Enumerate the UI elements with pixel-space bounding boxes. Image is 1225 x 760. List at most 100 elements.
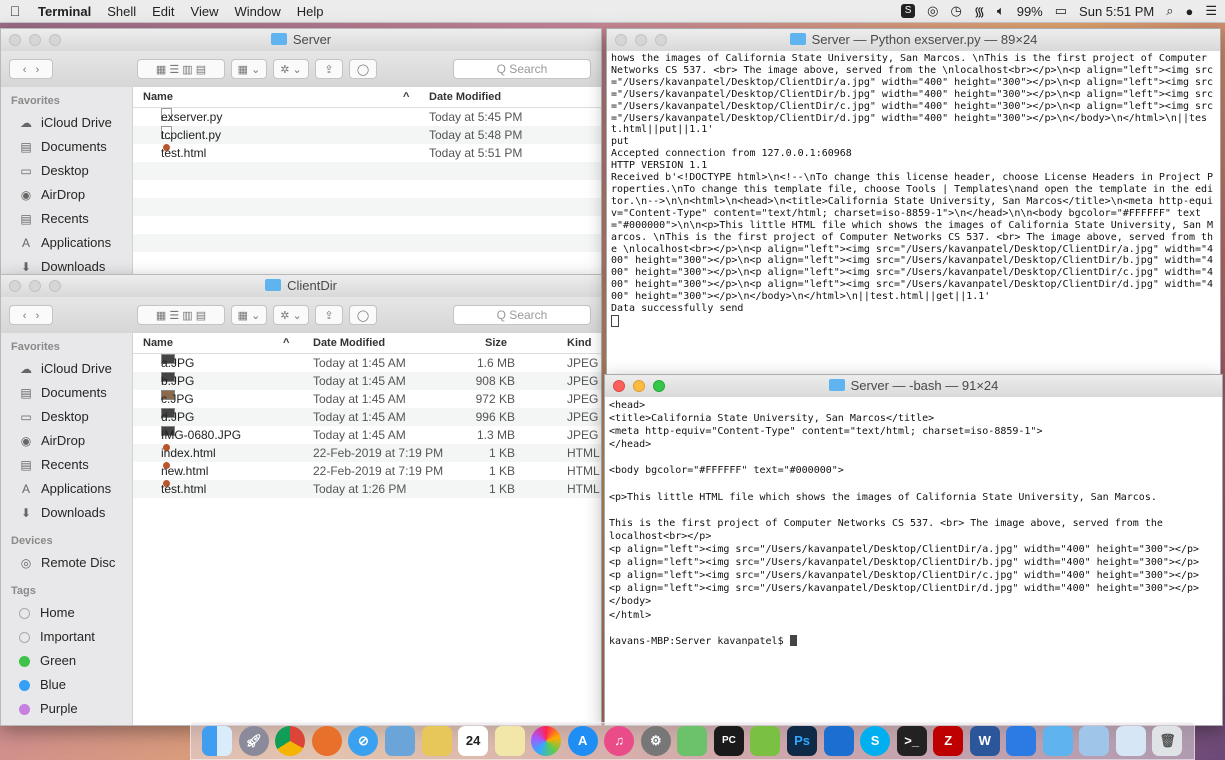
photos-icon[interactable] [531,726,562,756]
list-item[interactable]: new.html 22-Feb-2019 at 7:19 PM 1 KB HTML [133,462,601,480]
zoom-button[interactable] [653,380,665,392]
sidebar-item-icloud-drive[interactable]: ☁ iCloud Drive [1,111,132,135]
sidebar-item-applications[interactable]: A Applications [1,477,132,501]
list-item[interactable]: c.JPG Today at 1:45 AM 972 KB JPEG [133,390,601,408]
list-item[interactable]: a.JPG Today at 1:45 AM 1.6 MB JPEG [133,354,601,372]
sidebar-item-airdrop[interactable]: ◉ AirDrop [1,183,132,207]
downloads-stack-icon[interactable] [1115,726,1146,756]
sidebar-tag-home[interactable]: Home [1,601,132,625]
stickies-icon[interactable] [494,726,525,756]
android-studio-icon[interactable] [750,726,781,756]
instruments-icon[interactable] [1006,726,1037,756]
pycharm-icon[interactable]: PC [713,726,744,756]
sidebar-item-documents[interactable]: ▤ Documents [1,135,132,159]
window-titlebar[interactable]: Server — -bash — 91×24 [605,375,1222,397]
menu-window[interactable]: Window [227,4,289,19]
menu-app-name[interactable]: Terminal [30,4,99,19]
firefox-icon[interactable] [311,726,342,756]
share-icon[interactable]: ⇪ [315,305,343,325]
minimize-button[interactable] [29,34,41,46]
tag-button[interactable]: ◯ [349,305,377,325]
sidebar-item-recents[interactable]: ▤ Recents [1,207,132,231]
battery-percent[interactable]: 99% [1017,4,1043,19]
column-header-kind[interactable]: Kind [567,333,591,353]
zoom-button[interactable] [49,34,61,46]
window-titlebar[interactable]: ClientDir [1,275,601,297]
group-button[interactable]: ▦ ⌄ [231,59,267,79]
siri-icon[interactable]: ● [1185,4,1193,19]
finder-icon[interactable] [202,726,233,756]
sidebar-tag-green[interactable]: Green [1,649,132,673]
action-gear-icon[interactable]: ✲ ⌄ [273,59,309,79]
menu-help[interactable]: Help [289,4,332,19]
close-button[interactable] [9,280,21,292]
list-item[interactable]: test.html Today at 1:26 PM 1 KB HTML [133,480,601,498]
notification-center-icon[interactable]: ☰ [1205,3,1217,19]
sidebar-item-applications[interactable]: A Applications [1,231,132,255]
sidebar-item-desktop[interactable]: ▭ Desktop [1,159,132,183]
sidebar-tag-purple[interactable]: Purple [1,697,132,721]
zoom-button[interactable] [49,280,61,292]
itunes-icon[interactable]: ♫ [604,726,635,756]
volume-icon[interactable]: 🔈︎ [997,3,1005,19]
folder-dock-icon[interactable] [1042,726,1073,756]
sidebar-item-desktop[interactable]: ▭ Desktop [1,405,132,429]
action-gear-icon[interactable]: ✲ ⌄ [273,305,309,325]
group-button[interactable]: ▦ ⌄ [231,305,267,325]
terminal-icon[interactable]: >_ [896,726,927,756]
window-titlebar[interactable]: Server [1,29,601,51]
list-item[interactable]: index.html 22-Feb-2019 at 7:19 PM 1 KB HTML [133,444,601,462]
search-field[interactable]: Q Search [453,59,591,79]
app-store-icon[interactable]: A [567,726,598,756]
close-button[interactable] [613,380,625,392]
chrome-icon[interactable] [275,726,306,756]
safari-icon[interactable]: ⊘ [348,726,379,756]
list-item[interactable]: d.JPG Today at 1:45 AM 996 KB JPEG [133,408,601,426]
clock[interactable]: Sun 5:51 PM [1079,4,1154,19]
menu-edit[interactable]: Edit [144,4,182,19]
sidebar-item-downloads[interactable]: ⬇ Downloads [1,501,132,525]
list-item[interactable]: tcpclient.py Today at 5:48 PM [133,126,601,144]
image-stack-icon[interactable] [1079,726,1110,756]
trash-icon[interactable]: 🗑︎ [1152,726,1183,756]
maps-icon[interactable] [677,726,708,756]
column-header-date[interactable]: Date Modified [429,87,501,107]
minimize-button[interactable] [633,380,645,392]
skype-icon[interactable]: S [901,4,916,18]
window-titlebar[interactable]: Server — Python exserver.py — 89×24 [607,29,1220,51]
sidebar-tag-important[interactable]: Important [1,625,132,649]
virtualbox-icon[interactable] [823,726,854,756]
search-field[interactable]: Q Search [453,305,591,325]
sidebar-item-recents[interactable]: ▤ Recents [1,453,132,477]
menu-view[interactable]: View [183,4,227,19]
filezilla-icon[interactable]: Z [933,726,964,756]
list-item[interactable]: exserver.py Today at 5:45 PM [133,108,601,126]
sidebar-item-documents[interactable]: ▤ Documents [1,381,132,405]
close-button[interactable] [9,34,21,46]
close-button[interactable] [615,34,627,46]
tag-button[interactable]: ◯ [349,59,377,79]
terminal-output[interactable]: <head> <title>California State Universit… [605,397,1222,650]
view-mode-buttons[interactable]: ▦ ☰ ▥ ▤ [137,305,225,325]
spotlight-icon[interactable]: ⌕ [1166,3,1173,19]
menu-shell[interactable]: Shell [99,4,144,19]
system-preferences-icon[interactable]: ⚙ [640,726,671,756]
photoshop-icon[interactable]: Ps [787,726,818,756]
terminal-output[interactable]: hows the images of California State Univ… [607,51,1220,331]
launchpad-icon[interactable]: 🚀︎ [238,726,269,756]
minimize-button[interactable] [635,34,647,46]
back-forward-buttons[interactable]: ‹ › [9,305,53,325]
list-item[interactable]: test.html Today at 5:51 PM [133,144,601,162]
sidebar-tag-blue[interactable]: Blue [1,673,132,697]
column-header-date[interactable]: Date Modified [313,333,385,353]
list-item[interactable]: IMG-0680.JPG Today at 1:45 AM 1.3 MB JPEG [133,426,601,444]
preview-icon[interactable] [385,726,415,756]
view-mode-buttons[interactable]: ▦ ☰ ▥ ▤ [137,59,225,79]
battery-icon[interactable]: ▭ [1055,3,1067,19]
creative-cloud-icon[interactable]: ◎ [927,3,938,19]
list-item[interactable]: b.JPG Today at 1:45 AM 908 KB JPEG [133,372,601,390]
wifi-icon[interactable]: ᯾ [974,2,985,20]
sidebar-item-airdrop[interactable]: ◉ AirDrop [1,429,132,453]
column-header-size[interactable]: Size [485,333,507,353]
calendar-icon[interactable]: 24 [458,726,489,756]
